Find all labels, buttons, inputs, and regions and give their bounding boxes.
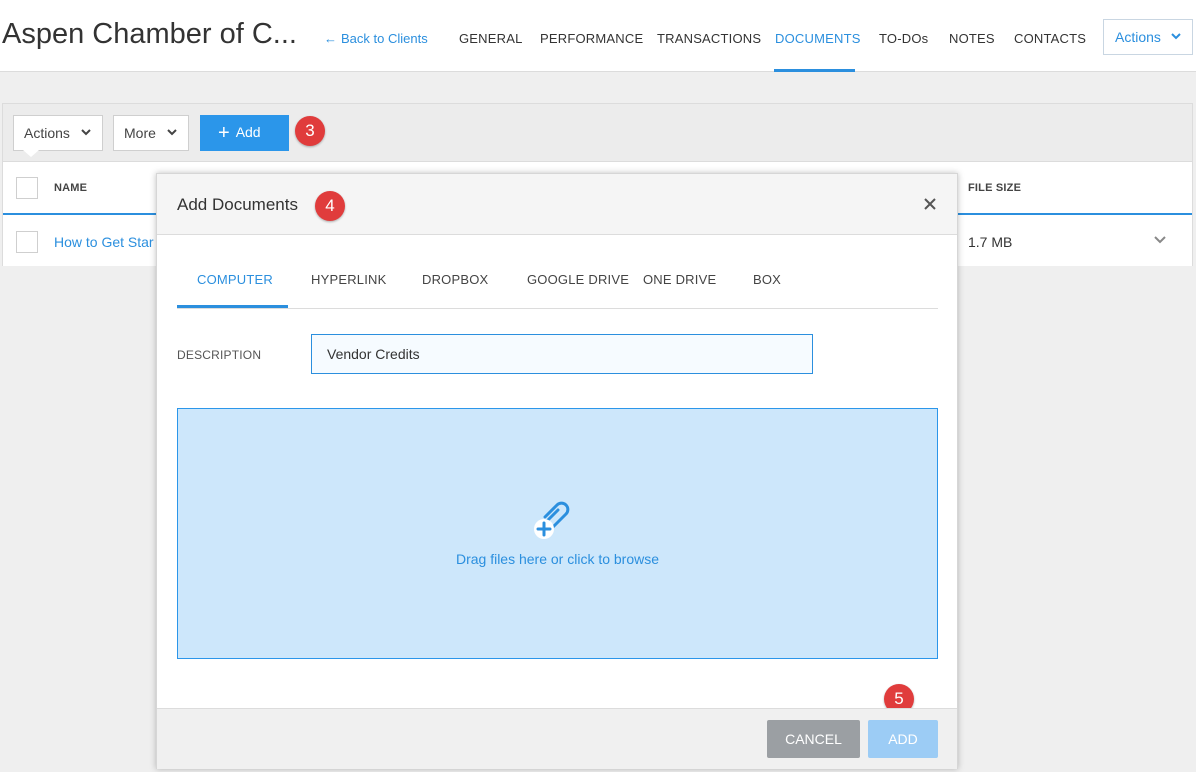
column-header-name[interactable]: NAME	[54, 182, 87, 194]
select-all-checkbox[interactable]	[16, 177, 38, 199]
toolbar-more-label: More	[124, 125, 156, 141]
back-link-label: Back to Clients	[341, 31, 428, 46]
chevron-down-icon	[1171, 33, 1181, 40]
modal-title: Add Documents	[177, 195, 298, 214]
tab-contacts[interactable]: CONTACTS	[1014, 31, 1086, 46]
modal-footer: CANCEL ADD	[157, 708, 957, 769]
active-source-tab-indicator	[177, 305, 288, 308]
back-to-clients-link[interactable]: ← Back to Clients	[324, 31, 428, 46]
tab-general[interactable]: GENERAL	[459, 31, 523, 46]
client-title: Aspen Chamber of C...	[2, 18, 297, 50]
close-icon[interactable]	[922, 196, 938, 212]
step-badge-4: 4	[315, 191, 345, 221]
plus-icon: +	[218, 122, 230, 144]
header-actions-label: Actions	[1115, 29, 1161, 45]
modal-header: Add Documents 4	[157, 174, 957, 235]
tabs-divider	[177, 308, 938, 309]
tab-transactions[interactable]: TRANSACTIONS	[657, 31, 761, 46]
paperclip-add-icon	[534, 501, 570, 539]
description-label: DESCRIPTION	[177, 348, 262, 362]
tab-hyperlink[interactable]: HYPERLINK	[311, 272, 387, 287]
add-document-button[interactable]: + Add	[200, 115, 289, 151]
toolbar-more-dropdown[interactable]: More	[113, 115, 189, 151]
add-documents-modal: Add Documents 4 COMPUTER HYPERLINK DROPB…	[156, 173, 958, 769]
toolbar-actions-dropdown[interactable]: Actions	[13, 115, 103, 151]
tab-documents[interactable]: DOCUMENTS	[775, 31, 861, 46]
tab-performance[interactable]: PERFORMANCE	[540, 31, 643, 46]
dropzone-text: Drag files here or click to browse	[455, 551, 660, 567]
tab-one-drive[interactable]: ONE DRIVE	[643, 272, 716, 287]
tab-computer[interactable]: COMPUTER	[197, 272, 273, 287]
chevron-down-icon	[167, 129, 177, 136]
active-tab-indicator	[774, 69, 855, 72]
tab-google-drive[interactable]: GOOGLE DRIVE	[527, 272, 629, 287]
column-header-file-size[interactable]: FILE SIZE	[968, 182, 1021, 194]
row-checkbox[interactable]	[16, 231, 38, 253]
add-button[interactable]: ADD	[868, 720, 938, 758]
toolbar-actions-label: Actions	[24, 125, 70, 141]
add-button-label: Add	[235, 124, 261, 140]
tab-notes[interactable]: NOTES	[949, 31, 995, 46]
cancel-button[interactable]: CANCEL	[767, 720, 860, 758]
document-file-size: 1.7 MB	[968, 234, 1013, 250]
tab-box[interactable]: BOX	[753, 272, 781, 287]
tab-todos[interactable]: TO-DOs	[879, 31, 928, 46]
arrow-left-icon: ←	[324, 31, 337, 46]
chevron-down-icon	[81, 129, 91, 136]
header-actions-dropdown[interactable]: Actions	[1103, 19, 1193, 55]
file-dropzone[interactable]: Drag files here or click to browse	[177, 408, 938, 659]
client-header: Aspen Chamber of C... ← Back to Clients G…	[0, 0, 1196, 72]
step-badge-3: 3	[295, 116, 325, 146]
tab-dropbox[interactable]: DROPBOX	[422, 272, 488, 287]
document-name-link[interactable]: How to Get Star	[54, 234, 154, 250]
dropdown-caret	[23, 150, 39, 157]
documents-toolbar: Actions More + Add 3	[3, 104, 1192, 162]
chevron-down-icon[interactable]	[1153, 232, 1167, 246]
description-input[interactable]	[311, 334, 813, 374]
